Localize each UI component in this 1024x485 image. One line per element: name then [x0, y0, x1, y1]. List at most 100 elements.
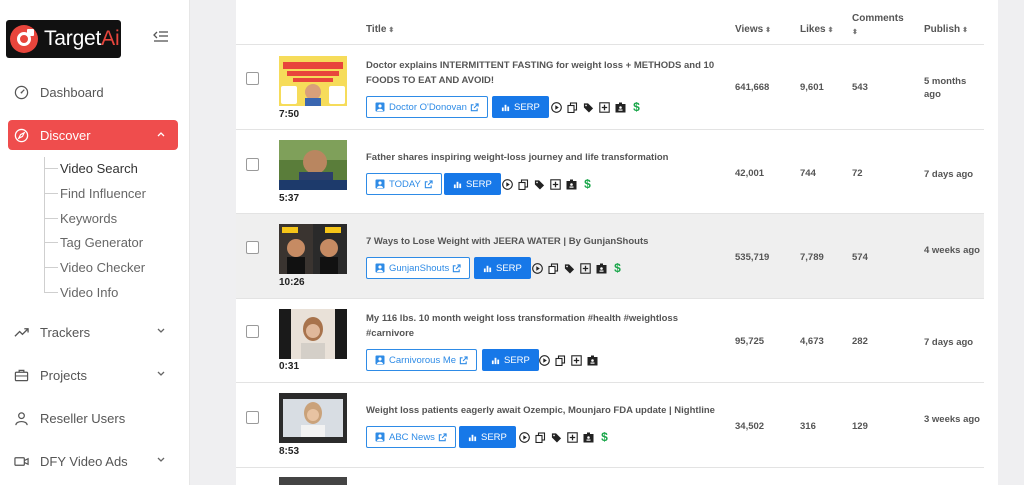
serp-button[interactable]: SERP — [444, 173, 501, 195]
publish-date: 5 months ago — [924, 76, 967, 100]
video-title[interactable]: Father shares inspiring weight-loss jour… — [366, 150, 716, 165]
copy-icon[interactable] — [535, 431, 546, 443]
play-icon[interactable] — [519, 431, 530, 443]
id-badge-icon[interactable] — [566, 179, 577, 190]
row-checkbox[interactable] — [246, 72, 259, 85]
dollar-icon[interactable]: $ — [582, 177, 593, 191]
copy-icon[interactable] — [555, 354, 566, 366]
column-header-comments[interactable]: Comments ⬍ — [852, 12, 904, 39]
video-title[interactable]: My 116 lbs. 10 month weight loss transfo… — [366, 311, 716, 341]
serp-button[interactable]: SERP — [482, 349, 539, 371]
copy-icon[interactable] — [518, 178, 529, 190]
dollar-icon[interactable]: $ — [599, 430, 610, 444]
play-icon[interactable] — [539, 354, 550, 366]
id-badge-icon[interactable] — [615, 102, 626, 113]
channel-button[interactable]: ABC News — [366, 426, 456, 448]
column-header-likes[interactable]: Likes ⬍ — [800, 24, 833, 35]
serp-button[interactable]: SERP — [474, 257, 531, 279]
likes-count: 4,673 — [800, 336, 824, 347]
sidebar-item-dashboard[interactable]: Dashboard — [8, 77, 178, 107]
column-header-views[interactable]: Views ⬍ — [735, 24, 771, 35]
row-actions: $ — [502, 173, 593, 195]
video-thumbnail[interactable] — [279, 477, 347, 485]
video-title[interactable]: 7 Ways to Lose Weight with JEERA WATER |… — [366, 234, 716, 249]
copy-icon[interactable] — [567, 101, 578, 113]
sidebar-subitem-video-checker[interactable]: Video Checker — [44, 260, 145, 275]
sidebar-item-label: Discover — [40, 127, 91, 143]
row-checkbox[interactable] — [246, 158, 259, 171]
row-actions: $ — [519, 426, 610, 448]
serp-button[interactable]: SERP — [459, 426, 516, 448]
comments-count: 282 — [852, 336, 868, 347]
plus-square-icon[interactable] — [571, 354, 582, 366]
chevron-down-icon — [157, 457, 165, 462]
dollar-icon[interactable]: $ — [612, 261, 623, 275]
sidebar-item-dfy-video-ads[interactable]: DFY Video Ads — [8, 446, 178, 476]
video-thumbnail[interactable] — [279, 56, 347, 106]
channel-button[interactable]: Doctor O'Donovan — [366, 96, 488, 118]
channel-button[interactable]: TODAY — [366, 173, 442, 195]
table-row — [236, 468, 984, 485]
sidebar-item-trackers[interactable]: Trackers — [8, 317, 178, 347]
external-link-icon — [438, 432, 447, 441]
publish-date: 4 weeks ago — [924, 245, 980, 256]
sort-icon: ⬍ — [765, 27, 772, 34]
play-icon[interactable] — [532, 262, 543, 274]
serp-button[interactable]: SERP — [492, 96, 549, 118]
table-row: 7:50 Doctor explains INTERMITTENT FASTIN… — [236, 46, 984, 130]
trending-up-icon — [12, 323, 30, 341]
table-row: 0:31 My 116 lbs. 10 month weight loss tr… — [236, 299, 984, 383]
tags-icon[interactable] — [551, 432, 562, 443]
sort-icon: ⬍ — [388, 27, 395, 34]
app-logo[interactable]: TargetAi — [6, 20, 121, 58]
tags-icon[interactable] — [564, 263, 575, 274]
sidebar-item-label: Reseller Users — [40, 410, 126, 426]
video-camera-icon — [12, 452, 30, 470]
id-badge-icon[interactable] — [596, 263, 607, 274]
bar-chart-icon — [501, 104, 510, 111]
sidebar-item-discover[interactable]: Discover — [8, 120, 178, 150]
views-count: 641,668 — [735, 82, 770, 93]
sidebar-subitem-video-info[interactable]: Video Info — [44, 285, 118, 300]
compass-icon — [12, 126, 30, 144]
play-icon[interactable] — [502, 178, 513, 190]
row-checkbox[interactable] — [246, 411, 259, 424]
tags-icon[interactable] — [534, 179, 545, 190]
plus-square-icon[interactable] — [567, 431, 578, 443]
views-count: 42,001 — [735, 168, 765, 179]
play-icon[interactable] — [551, 101, 562, 113]
plus-square-icon[interactable] — [599, 101, 610, 113]
plus-square-icon[interactable] — [580, 262, 591, 274]
video-thumbnail[interactable] — [279, 224, 347, 274]
id-badge-icon[interactable] — [587, 355, 598, 366]
sidebar-item-projects[interactable]: Projects — [8, 360, 178, 390]
user-square-icon — [375, 102, 385, 112]
sidebar-subitem-tag-generator[interactable]: Tag Generator — [44, 235, 143, 250]
row-checkbox[interactable] — [246, 241, 259, 254]
video-results-table: Title ⬍ Views ⬍ Likes ⬍ Comments ⬍ Publish ⬍ … — [236, 0, 998, 485]
channel-button[interactable]: Carnivorous Me — [366, 349, 478, 371]
plus-square-icon[interactable] — [550, 178, 561, 190]
column-header-publish[interactable]: Publish ⬍ — [924, 24, 968, 35]
sidebar-subitem-video-search[interactable]: Video Search — [44, 161, 138, 176]
video-title[interactable]: Weight loss patients eagerly await Ozemp… — [366, 403, 716, 418]
video-thumbnail[interactable] — [279, 393, 347, 443]
row-checkbox[interactable] — [246, 325, 259, 338]
video-thumbnail[interactable] — [279, 140, 347, 190]
video-title[interactable]: Doctor explains INTERMITTENT FASTING for… — [366, 58, 716, 88]
channel-button[interactable]: GunjanShouts — [366, 257, 471, 279]
column-header-title[interactable]: Title ⬍ — [366, 24, 394, 35]
collapse-sidebar-icon[interactable] — [153, 30, 169, 44]
sidebar-subitem-find-influencer[interactable]: Find Influencer — [44, 186, 146, 201]
chevron-down-icon — [157, 371, 165, 376]
bar-chart-icon — [491, 357, 500, 364]
id-badge-icon[interactable] — [583, 432, 594, 443]
sidebar-item-reseller-users[interactable]: Reseller Users — [8, 403, 178, 433]
chevron-down-icon — [157, 328, 165, 333]
video-thumbnail[interactable] — [279, 309, 347, 359]
publish-date: 3 weeks ago — [924, 414, 980, 425]
dollar-icon[interactable]: $ — [631, 100, 642, 114]
copy-icon[interactable] — [548, 262, 559, 274]
sidebar-subitem-keywords[interactable]: Keywords — [44, 211, 117, 226]
tags-icon[interactable] — [583, 102, 594, 113]
